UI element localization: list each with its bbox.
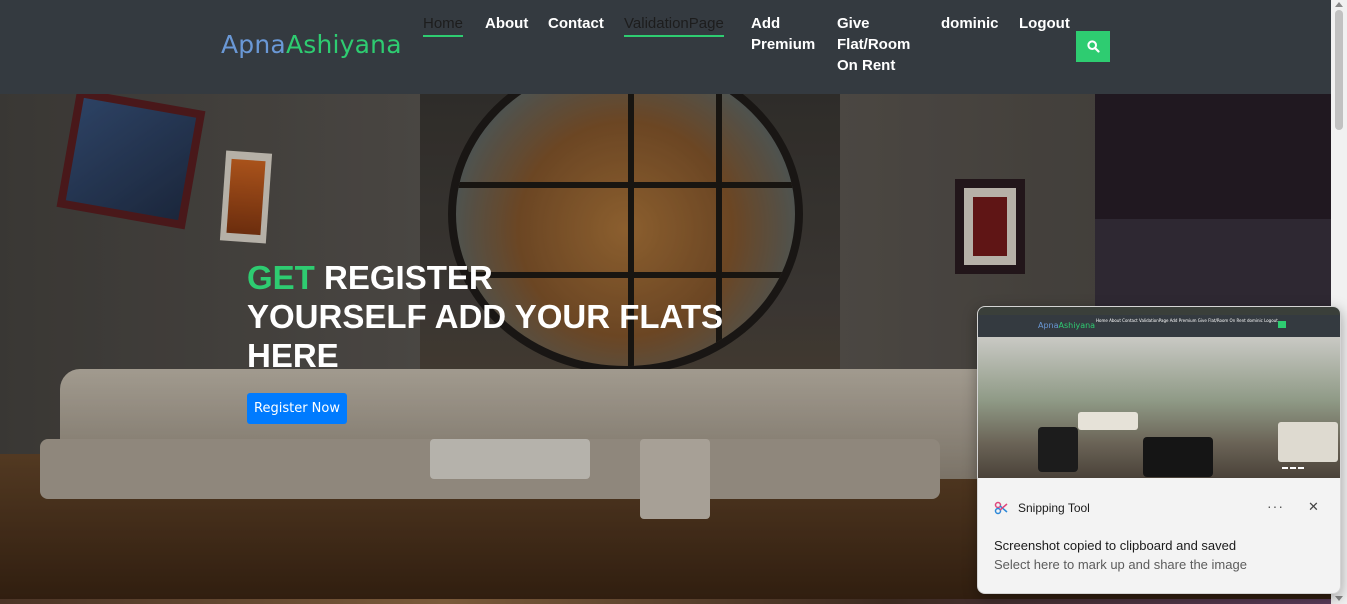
more-options-icon[interactable]: ··· [1267,498,1284,514]
search-icon [1086,40,1100,53]
nav-home[interactable]: Home [423,13,464,37]
hero-title: GET REGISTER YOURSELF ADD YOUR FLATS HER… [247,258,747,375]
nav-about[interactable]: About [485,13,528,34]
hero-title-accent: GET [247,259,315,296]
thumbnail-nav-links: Home About Contact ValidationPage Add Pr… [1096,318,1278,323]
nav-give-line1: Give [837,15,870,32]
brand-part-2: Ashiyana [285,30,402,59]
nav-add-premium-line1: Add [751,15,781,32]
toast-title: Screenshot copied to clipboard and saved [994,538,1237,553]
scroll-thumb[interactable] [1335,10,1343,130]
thumbnail-carousel-dots [1282,467,1304,469]
nav-give-line2: Flat/Room [837,36,911,53]
thumbnail-search-icon [1278,321,1286,328]
brand-part-1: Apna [221,30,286,59]
register-now-button[interactable]: Register Now [247,393,347,424]
nav-give-flat[interactable]: Give Flat/Room On Rent [837,13,910,76]
search-button[interactable] [1076,31,1110,62]
thumbnail-navbar: ApnaAshiyana Home About Contact Validati… [978,315,1340,337]
close-icon[interactable]: ✕ [1308,500,1319,515]
scroll-up-arrow-icon[interactable] [1335,2,1343,7]
brand-logo[interactable]: ApnaAshiyana [221,30,402,59]
navbar: ApnaAshiyana Home About Contact Validati… [0,0,1331,94]
thumbnail-brand: ApnaAshiyana [1038,321,1096,330]
nav-logout[interactable]: Logout [1019,13,1070,34]
nav-give-line3: On Rent [837,57,896,74]
scroll-down-arrow-icon[interactable] [1335,596,1343,601]
snipping-tool-icon [994,501,1008,515]
nav-add-premium-line2: Premium [751,36,816,53]
toast-subtitle: Select here to mark up and share the ima… [994,557,1247,572]
nav-user[interactable]: dominic [941,13,999,34]
toast-app-name: Snipping Tool [1018,501,1090,515]
next-section-strip [0,599,1331,604]
snipping-tool-notification[interactable]: ApnaAshiyana Home About Contact Validati… [977,306,1341,594]
nav-validation-page[interactable]: ValidationPage [624,13,724,37]
hero-title-line2: YOURSELF ADD YOUR FLATS [247,298,724,335]
hero-title-line1: REGISTER [314,259,493,296]
nav-add-premium[interactable]: Add Premium [751,13,815,55]
screenshot-thumbnail[interactable]: ApnaAshiyana Home About Contact Validati… [978,307,1340,478]
hero-title-line3: HERE [247,337,339,374]
thumbnail-scene [978,337,1340,478]
nav-contact[interactable]: Contact [548,13,604,34]
